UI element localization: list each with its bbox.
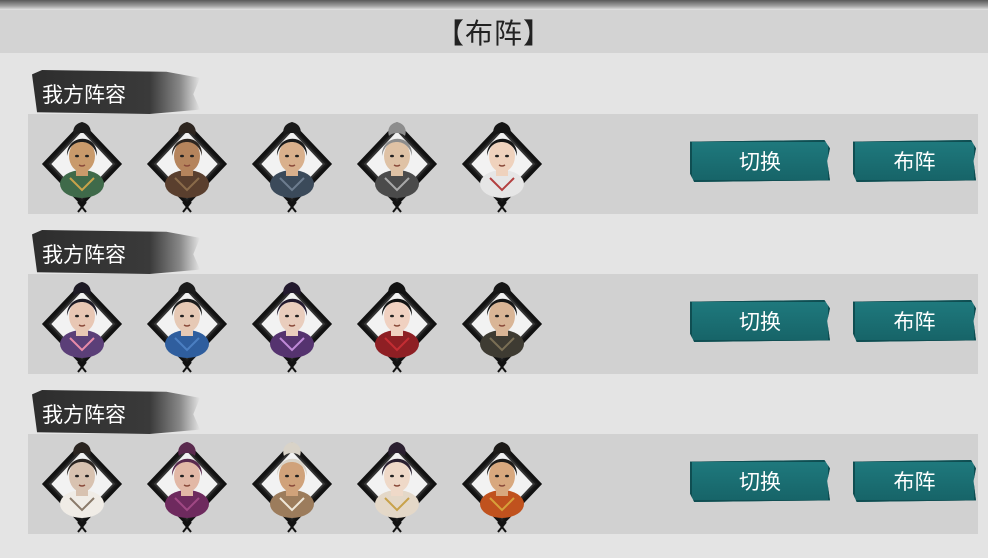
formation-label: 我方阵容 bbox=[42, 83, 126, 107]
hero-slot-row: 切换 布阵 bbox=[28, 434, 978, 534]
ink-brush-header-edge bbox=[0, 0, 988, 10]
formation-label-banner: 我方阵容 bbox=[32, 70, 200, 114]
formation-label-banner: 我方阵容 bbox=[32, 390, 200, 434]
hero-portrait-icon[interactable] bbox=[460, 438, 544, 534]
page-title: 【布阵】 bbox=[435, 16, 552, 50]
hero-portrait-icon[interactable] bbox=[250, 438, 334, 534]
formation-label: 我方阵容 bbox=[42, 403, 126, 427]
deploy-button[interactable]: 布阵 bbox=[853, 460, 976, 502]
hero-portrait-icon[interactable] bbox=[355, 118, 439, 214]
hero-portrait-icon[interactable] bbox=[460, 278, 544, 374]
deploy-button[interactable]: 布阵 bbox=[853, 140, 976, 182]
switch-button[interactable]: 切换 bbox=[690, 140, 830, 182]
formation-group: 我方阵容 切换 布阵 bbox=[28, 390, 978, 540]
hero-slot-row: 切换 布阵 bbox=[28, 274, 978, 374]
hero-portrait-icon[interactable] bbox=[40, 118, 124, 214]
title-bar: 【布阵】 bbox=[0, 10, 988, 53]
switch-button[interactable]: 切换 bbox=[690, 460, 830, 502]
hero-portrait-icon[interactable] bbox=[355, 438, 439, 534]
hero-portrait-icon[interactable] bbox=[145, 278, 229, 374]
hero-portrait-icon[interactable] bbox=[145, 118, 229, 214]
formation-label-banner: 我方阵容 bbox=[32, 230, 200, 274]
formation-group: 我方阵容 切换 布阵 bbox=[28, 70, 978, 220]
hero-portrait-icon[interactable] bbox=[250, 278, 334, 374]
formation-label: 我方阵容 bbox=[42, 243, 126, 267]
hero-slot-row: 切换 布阵 bbox=[28, 114, 978, 214]
hero-portrait-icon[interactable] bbox=[250, 118, 334, 214]
switch-button[interactable]: 切换 bbox=[690, 300, 830, 342]
hero-portrait-icon[interactable] bbox=[460, 118, 544, 214]
hero-portrait-icon[interactable] bbox=[145, 438, 229, 534]
hero-portrait-icon[interactable] bbox=[40, 278, 124, 374]
hero-portrait-icon[interactable] bbox=[355, 278, 439, 374]
hero-portrait-icon[interactable] bbox=[40, 438, 124, 534]
formation-group: 我方阵容 切换 布阵 bbox=[28, 230, 978, 380]
deploy-button[interactable]: 布阵 bbox=[853, 300, 976, 342]
